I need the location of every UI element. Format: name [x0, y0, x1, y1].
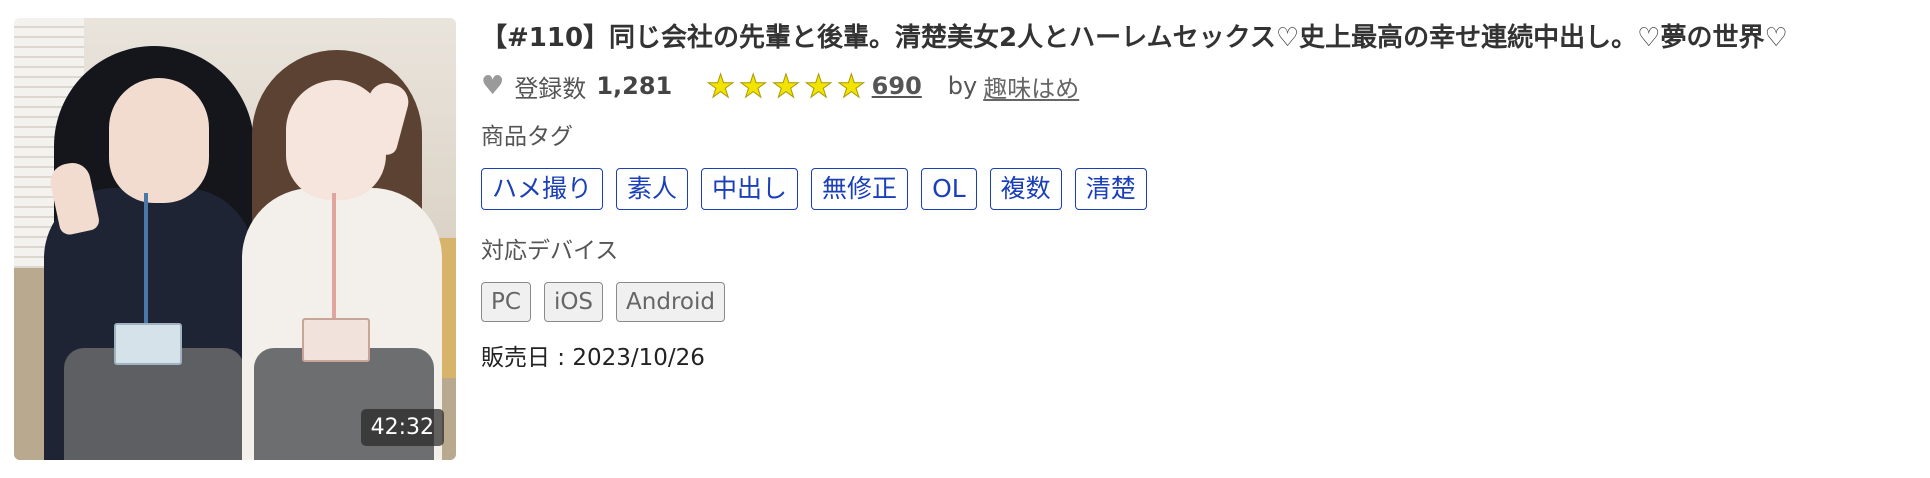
star-icon: ★ — [738, 67, 768, 106]
tag-link[interactable]: 清楚 — [1074, 168, 1147, 210]
devices-section-label: 対応デバイス — [481, 238, 619, 264]
by-label: by — [947, 72, 978, 100]
device-badge: PC — [481, 282, 531, 322]
star-icon: ★ — [771, 67, 801, 106]
lanyard — [332, 193, 336, 318]
author-link[interactable]: 趣味はめ — [983, 69, 1079, 104]
video-duration: 42:32 — [360, 409, 444, 446]
review-count-link[interactable]: 690 — [872, 72, 922, 100]
device-badge: iOS — [543, 282, 604, 322]
product-info: 【#110】同じ会社の先輩と後輩。清楚美女2人とハーレムセックス♡史上最高の幸せ… — [481, 18, 1910, 372]
device-list: PC iOS Android — [481, 282, 1910, 322]
tag-link[interactable]: OL — [921, 168, 977, 210]
tags-section-label: 商品タグ — [481, 124, 573, 150]
tag-list: ハメ撮り 素人 中出し 無修正 OL 複数 清楚 — [481, 168, 1910, 210]
person-left-face — [109, 78, 209, 203]
product-thumbnail[interactable]: 42:32 — [14, 18, 456, 460]
tag-link[interactable]: 中出し — [701, 168, 799, 210]
star-icon: ★ — [836, 67, 866, 106]
tag-link[interactable]: ハメ撮り — [481, 168, 604, 210]
release-date: 販売日 : 2023/10/26 — [481, 345, 705, 371]
star-icon: ★ — [706, 67, 736, 106]
registration-count: 1,281 — [596, 72, 673, 100]
tag-link[interactable]: 無修正 — [811, 168, 909, 210]
device-badge: Android — [616, 282, 725, 322]
id-badge — [114, 323, 182, 365]
registration-label: 登録数 — [514, 74, 587, 103]
heart-icon[interactable]: ♥ — [481, 71, 504, 101]
id-badge — [302, 318, 370, 362]
star-icon: ★ — [804, 67, 834, 106]
lanyard — [144, 193, 148, 323]
product-title[interactable]: 【#110】同じ会社の先輩と後輩。清楚美女2人とハーレムセックス♡史上最高の幸せ… — [481, 18, 1910, 58]
tag-link[interactable]: 素人 — [616, 168, 689, 210]
tag-link[interactable]: 複数 — [989, 168, 1062, 210]
meta-row: ♥ 登録数 1,281 ★ ★ ★ ★ ★ 690 by 趣味はめ — [481, 66, 1910, 106]
rating-stars: ★ ★ ★ ★ ★ — [706, 67, 869, 106]
